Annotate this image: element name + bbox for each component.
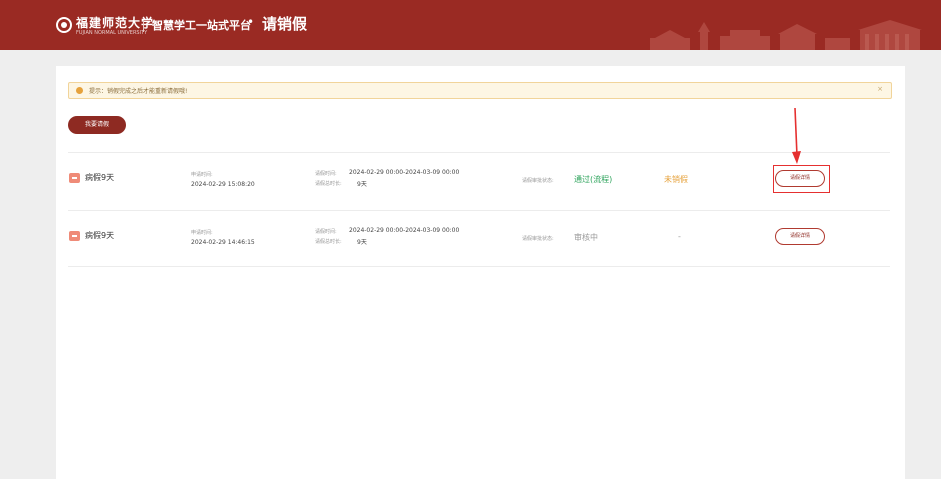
university-subtitle: FUJIAN NORMAL UNIVERSITY: [76, 30, 148, 36]
university-logo-icon: [56, 17, 72, 33]
approval-status-label: 请假审批状态:: [522, 236, 554, 242]
leave-type-icon: [69, 173, 80, 183]
page-title: 请销假: [262, 15, 308, 33]
top-header: 福建师范大学 FUJIAN NORMAL UNIVERSITY 智慧学工一站式平…: [0, 0, 941, 50]
apply-time-label: 申请时间:: [191, 172, 213, 178]
annotation-arrow-icon: [792, 108, 801, 164]
approval-status: 通过(流程): [574, 175, 613, 184]
leave-time-label: 请假时间:: [315, 171, 337, 177]
leave-detail-button[interactable]: 请假详情: [775, 228, 825, 245]
header-divider: [143, 20, 144, 32]
leave-type: 病假9天: [85, 231, 115, 240]
platform-name: 智慧学工一站式平台: [152, 19, 251, 32]
duration-label: 请假总时长:: [315, 181, 342, 187]
leave-record-row: 病假9天 申请时间: 2024-02-29 15:08:20 请假时间: 202…: [68, 152, 890, 208]
notice-banner: 提示：销假完成之后才能重新请假哦! ×: [68, 82, 892, 99]
duration-label: 请假总时长:: [315, 239, 342, 245]
main-content-panel: 提示：销假完成之后才能重新请假哦! × 我要请假 病假9天 申请时间: 2024…: [56, 66, 905, 479]
campus-skyline-graphic: [650, 20, 922, 50]
leave-record-row: 病假9天 申请时间: 2024-02-29 14:46:15 请假时间: 202…: [68, 210, 890, 267]
leave-time: 2024-02-29 00:00-2024-03-09 00:00: [349, 227, 460, 234]
warning-icon: [76, 87, 83, 94]
annotation-highlight-box: [773, 165, 830, 193]
close-icon[interactable]: ×: [877, 85, 883, 93]
title-separator: •: [247, 15, 255, 29]
duration: 9天: [357, 181, 367, 188]
leave-time: 2024-02-29 00:00-2024-03-09 00:00: [349, 169, 460, 176]
leave-time-label: 请假时间:: [315, 229, 337, 235]
notice-text: 提示：销假完成之后才能重新请假哦!: [89, 88, 188, 95]
approval-status-label: 请假审批状态:: [522, 178, 554, 184]
apply-time: 2024-02-29 15:08:20: [191, 181, 255, 188]
cancel-status: -: [678, 232, 681, 241]
approval-status: 审核中: [574, 233, 598, 242]
apply-leave-button[interactable]: 我要请假: [68, 116, 126, 134]
leave-type-icon: [69, 231, 80, 241]
duration: 9天: [357, 239, 367, 246]
cancel-status: 未销假: [664, 175, 688, 184]
apply-time-label: 申请时间:: [191, 230, 213, 236]
apply-time: 2024-02-29 14:46:15: [191, 239, 255, 246]
leave-type: 病假9天: [85, 173, 115, 182]
